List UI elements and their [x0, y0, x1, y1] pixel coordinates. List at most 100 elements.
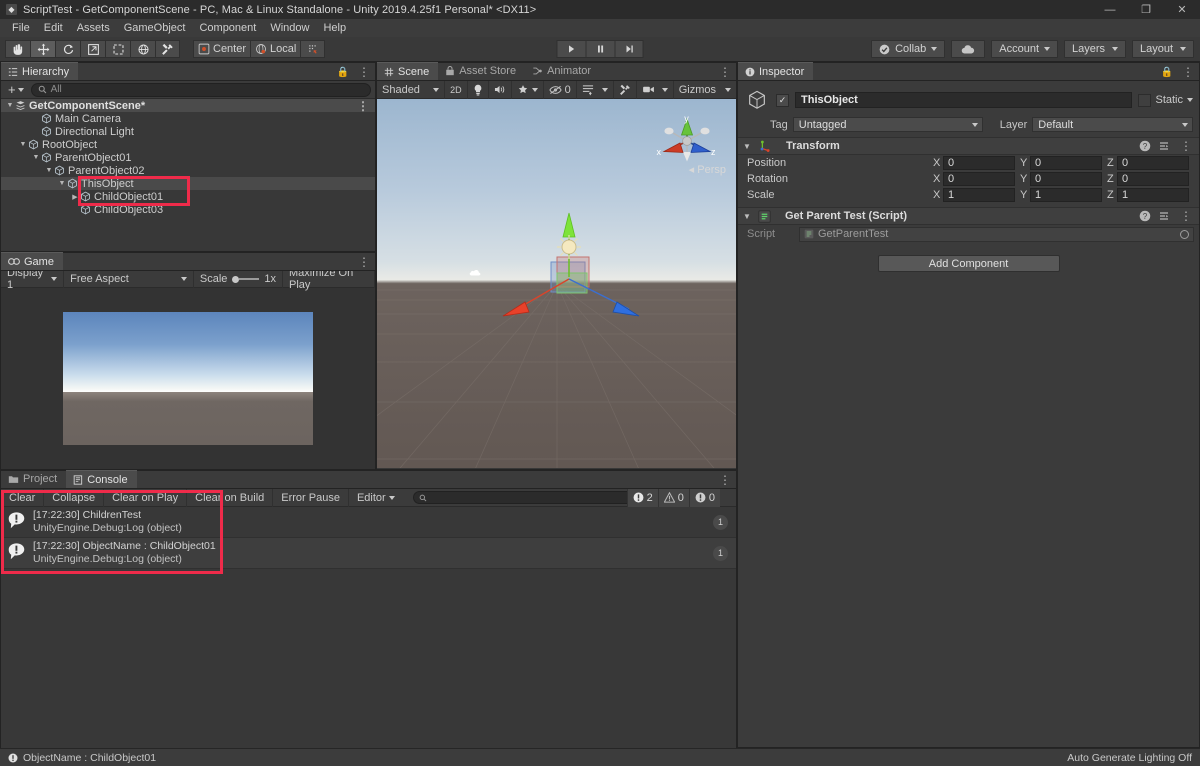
account-button[interactable]: Account — [991, 40, 1058, 58]
static-toggle[interactable]: Static — [1138, 94, 1193, 107]
console-editor-dropdown[interactable]: Editor — [349, 489, 403, 507]
scene-fx-dropdown[interactable] — [512, 81, 544, 99]
transform-position-y-input[interactable]: 0 — [1030, 156, 1102, 170]
add-gameobject-button[interactable]: + — [5, 82, 27, 97]
move-tool-button[interactable] — [30, 40, 55, 58]
close-button[interactable]: ✕ — [1164, 0, 1200, 19]
minimize-button[interactable]: — — [1092, 0, 1128, 19]
scene-visibility-toggle[interactable] — [577, 81, 614, 99]
warning-counter[interactable]: 0 — [658, 489, 689, 507]
layer-dropdown[interactable]: Default — [1032, 117, 1193, 132]
tab-game[interactable]: Game — [1, 252, 63, 270]
scene-viewport[interactable]: ◂ Persp y x — [377, 99, 736, 468]
hierarchy-row-directional light[interactable]: Directional Light — [1, 125, 375, 138]
toggle-2d-button[interactable]: 2D — [445, 81, 468, 99]
script-object-field[interactable]: GetParentTest — [799, 227, 1194, 242]
tab-animator[interactable]: Animator — [525, 62, 600, 80]
transform-scale-z-input[interactable]: 1 — [1117, 188, 1189, 202]
log-counter[interactable]: 2 — [627, 489, 658, 507]
shading-mode-dropdown[interactable]: Shaded — [377, 81, 445, 99]
scene-view-gizmo[interactable]: y x z — [656, 111, 718, 176]
foldout-arrow-icon[interactable]: ▼ — [742, 212, 752, 221]
scene-hidden-objects[interactable]: 0 — [544, 81, 577, 99]
gameobject-enabled-checkbox[interactable]: ✓ — [776, 94, 789, 107]
transform-component-header[interactable]: ▼ Transform ? ⋮ — [738, 137, 1199, 155]
maximize-button[interactable]: ❐ — [1128, 0, 1164, 19]
custom-editor-tool-button[interactable] — [155, 40, 180, 58]
console-message-row[interactable]: [17:22:30] ChildrenTestUnityEngine.Debug… — [1, 507, 736, 538]
console-message-list[interactable]: [17:22:30] ChildrenTestUnityEngine.Debug… — [1, 507, 736, 765]
menu-edit[interactable]: Edit — [37, 19, 70, 37]
hierarchy-row-parentobject01[interactable]: ▼ParentObject01 — [1, 151, 375, 164]
foldout-expanded-icon[interactable]: ▼ — [44, 167, 54, 174]
foldout-expanded-icon[interactable]: ▼ — [57, 180, 67, 187]
scene-component-tools[interactable] — [614, 81, 637, 99]
transform-scale-x-input[interactable]: 1 — [943, 188, 1015, 202]
tab-project[interactable]: Project — [1, 470, 66, 488]
transform-context-menu-icon[interactable]: ⋮ — [1177, 140, 1194, 152]
menu-help[interactable]: Help — [316, 19, 353, 37]
console-menu-icon[interactable]: ⋮ — [716, 474, 733, 486]
display-dropdown[interactable]: Display 1 — [1, 271, 64, 288]
tab-scene[interactable]: Scene — [377, 62, 438, 80]
console-message-row[interactable]: [17:22:30] ObjectName : ChildObject01Uni… — [1, 538, 736, 569]
play-button[interactable] — [557, 40, 586, 58]
pivot-center-button[interactable]: Center — [193, 40, 250, 58]
game-menu-icon[interactable]: ⋮ — [355, 256, 372, 268]
transform-position-x-input[interactable]: 0 — [943, 156, 1015, 170]
menu-file[interactable]: File — [5, 19, 37, 37]
status-message[interactable]: ObjectName : ChildObject01 — [23, 752, 156, 764]
script-context-menu-icon[interactable]: ⋮ — [1177, 210, 1194, 222]
lock-icon[interactable]: 🔒 — [337, 67, 349, 78]
console-collapse-button[interactable]: Collapse — [44, 489, 104, 507]
hand-tool-button[interactable] — [5, 40, 30, 58]
object-picker-icon[interactable] — [1180, 230, 1189, 239]
scale-tool-button[interactable] — [80, 40, 105, 58]
collab-button[interactable]: Collab — [871, 40, 945, 58]
pivot-local-button[interactable]: Local — [250, 40, 300, 58]
hierarchy-search-input[interactable]: All — [31, 83, 371, 97]
inspector-menu-icon[interactable]: ⋮ — [1179, 66, 1196, 78]
hierarchy-tree[interactable]: ▼GetComponentScene*⋮Main CameraDirection… — [1, 99, 375, 251]
console-error-pause-button[interactable]: Error Pause — [273, 489, 349, 507]
console-clear-button[interactable]: Clear — [1, 489, 44, 507]
tab-hierarchy[interactable]: Hierarchy — [1, 62, 78, 80]
pause-button[interactable] — [586, 40, 615, 58]
tab-console[interactable]: Console — [66, 470, 136, 488]
transform-rotation-x-input[interactable]: 0 — [943, 172, 1015, 186]
scale-slider[interactable]: Scale 1x — [194, 271, 283, 288]
tab-asset-store[interactable]: Asset Store — [438, 62, 525, 80]
add-component-button[interactable]: Add Component — [878, 255, 1060, 272]
hierarchy-menu-icon[interactable]: ⋮ — [355, 66, 372, 78]
console-search-input[interactable] — [413, 491, 653, 504]
foldout-arrow-icon[interactable]: ▼ — [742, 142, 752, 151]
menu-window[interactable]: Window — [263, 19, 316, 37]
scene-row-menu-icon[interactable]: ⋮ — [354, 100, 371, 112]
static-checkbox[interactable] — [1138, 94, 1151, 107]
scene-camera-settings[interactable] — [637, 81, 674, 99]
grid-snapping-button[interactable] — [300, 40, 325, 58]
transform-scale-y-input[interactable]: 1 — [1030, 188, 1102, 202]
hierarchy-row-getcomponentscene[interactable]: ▼GetComponentScene*⋮ — [1, 99, 375, 112]
game-viewport[interactable] — [1, 288, 375, 469]
scene-gizmos-dropdown[interactable]: Gizmos — [674, 81, 736, 99]
scale-slider-control[interactable] — [232, 276, 259, 283]
lock-icon[interactable]: 🔒 — [1161, 67, 1173, 78]
step-button[interactable] — [615, 40, 644, 58]
preset-icon[interactable] — [1158, 210, 1170, 222]
layout-button[interactable]: Layout — [1132, 40, 1194, 58]
hierarchy-row-childobject01[interactable]: ▶ChildObject01 — [1, 190, 375, 203]
cloud-button[interactable] — [951, 40, 985, 58]
error-counter[interactable]: 0 — [689, 489, 720, 507]
console-clear-on-play-button[interactable]: Clear on Play — [104, 489, 187, 507]
scene-lighting-toggle[interactable] — [468, 81, 489, 99]
hierarchy-row-thisobject[interactable]: ▼ThisObject — [1, 177, 375, 190]
foldout-expanded-icon[interactable]: ▼ — [18, 141, 28, 148]
rotate-tool-button[interactable] — [55, 40, 80, 58]
foldout-expanded-icon[interactable]: ▼ — [31, 154, 41, 161]
foldout-expanded-icon[interactable]: ▼ — [5, 102, 15, 109]
transform-rotation-y-input[interactable]: 0 — [1030, 172, 1102, 186]
tab-inspector[interactable]: Inspector — [738, 62, 813, 80]
transform-position-z-input[interactable]: 0 — [1117, 156, 1189, 170]
tag-dropdown[interactable]: Untagged — [793, 117, 983, 132]
